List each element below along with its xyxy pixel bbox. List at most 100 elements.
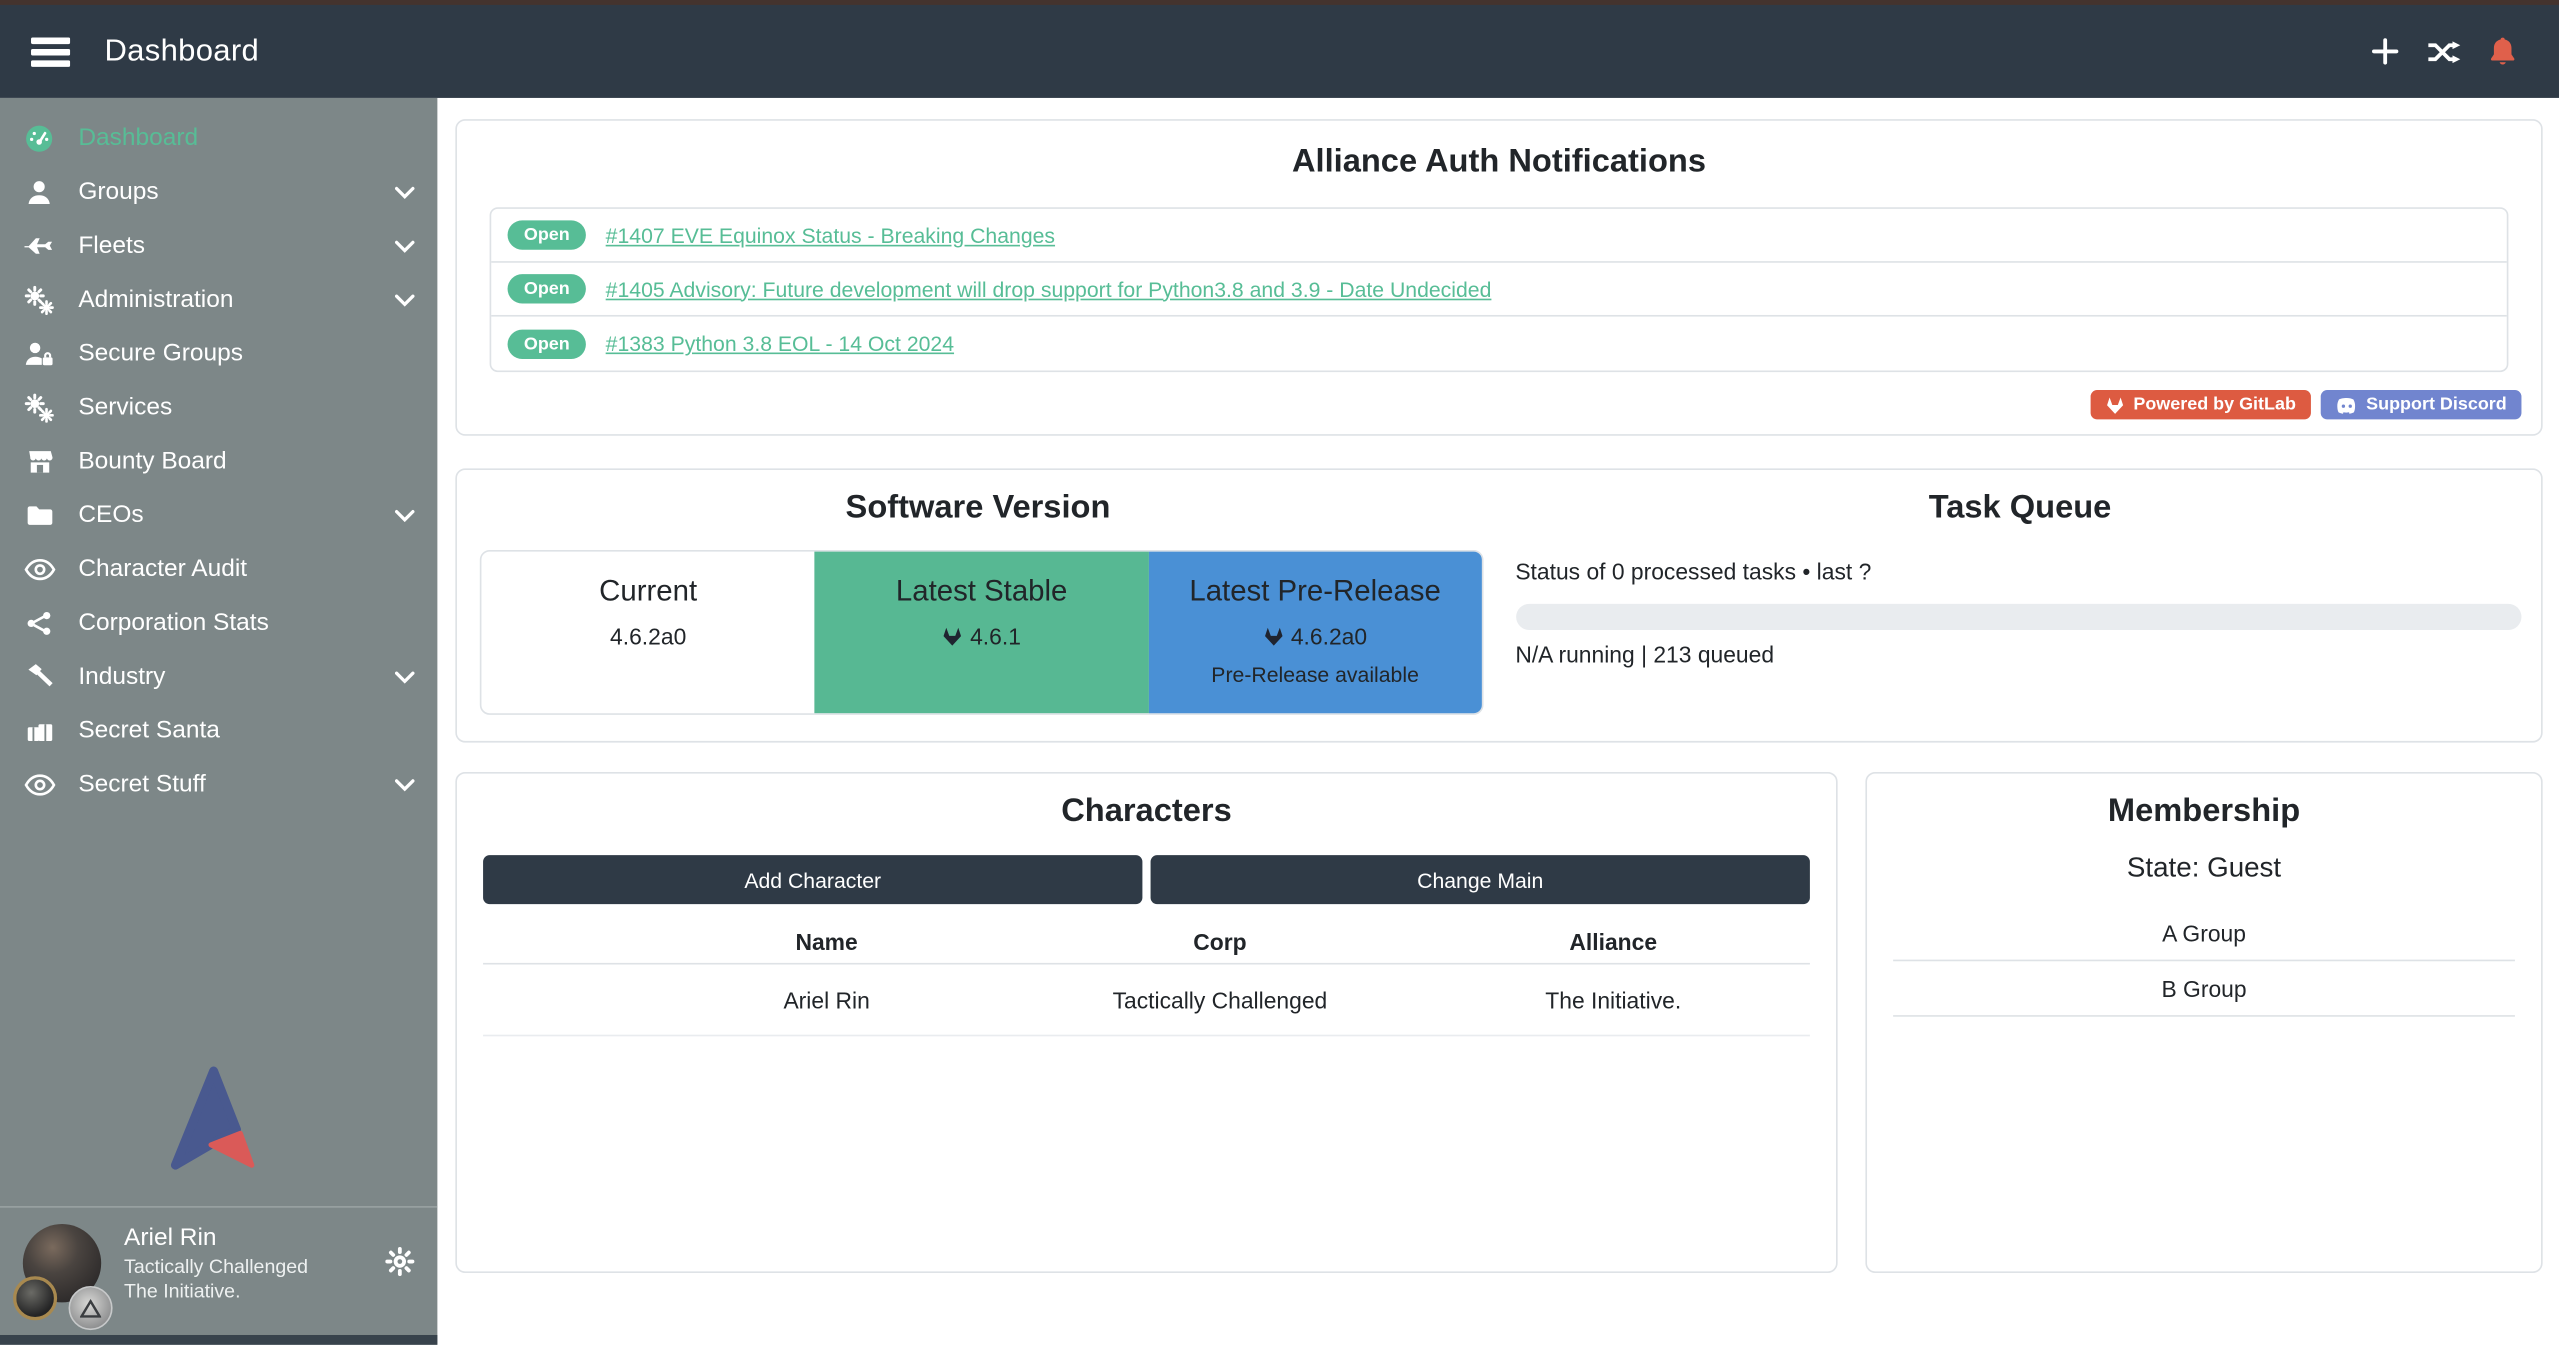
sidebar-item-corporation-stats[interactable]: Corporation Stats: [0, 596, 437, 650]
status-badge: Open: [508, 274, 587, 303]
user-icon: [23, 177, 56, 206]
task-queue-section: Task Queue Status of 0 processed tasks •…: [1499, 490, 2541, 741]
characters-title: Characters: [483, 793, 1810, 831]
sidebar-item-label: Bounty Board: [78, 447, 226, 475]
sidebar: Dashboard Groups Fleets: [0, 98, 437, 1345]
column-header-corp: Corp: [1023, 929, 1416, 955]
sidebar-item-dashboard[interactable]: Dashboard: [0, 111, 437, 165]
version-label: Latest Pre-Release: [1148, 574, 1481, 608]
sidebar-item-label: Secret Stuff: [78, 770, 205, 798]
hamburger-menu-icon[interactable]: [23, 24, 78, 79]
user-panel: Ariel Rin Tactically Challenged The Init…: [0, 1208, 437, 1335]
user-alliance: The Initiative.: [124, 1279, 308, 1303]
list-item: B Group: [1893, 961, 2515, 1016]
alliance-logo: [155, 1059, 282, 1190]
sidebar-item-label: Services: [78, 393, 172, 421]
sidebar-item-label: Secret Santa: [78, 716, 220, 744]
user-name: Ariel Rin: [124, 1224, 308, 1255]
notification-row: Open #1383 Python 3.8 EOL - 14 Oct 2024: [491, 317, 2507, 371]
sidebar-item-fleets[interactable]: Fleets: [0, 219, 437, 273]
sidebar-bottom-strip: [0, 1335, 437, 1345]
notification-row: Open #1407 EVE Equinox Status - Breaking…: [491, 209, 2507, 263]
add-character-button[interactable]: Add Character: [483, 855, 1142, 904]
add-icon[interactable]: [2366, 33, 2402, 69]
task-queue-title: Task Queue: [1499, 490, 2541, 528]
version-value: 4.6.2a0: [1291, 623, 1367, 649]
sidebar-item-services[interactable]: Services: [0, 380, 437, 434]
character-alliance: The Initiative.: [1417, 987, 1810, 1013]
badge-label: Powered by GitLab: [2133, 395, 2296, 415]
sidebar-item-ceos[interactable]: CEOs: [0, 488, 437, 542]
character-corp: Tactically Challenged: [1023, 987, 1416, 1013]
sidebar-item-character-audit[interactable]: Character Audit: [0, 542, 437, 596]
chevron-down-icon: [395, 239, 415, 252]
chevron-down-icon: [395, 508, 415, 521]
version-prerelease-cell: Latest Pre-Release 4.6.2a0 Pre-Release a…: [1148, 552, 1481, 714]
folder-icon: [23, 500, 56, 529]
shuffle-icon[interactable]: [2425, 33, 2461, 69]
chevron-down-icon: [395, 670, 415, 683]
sidebar-item-groups[interactable]: Groups: [0, 165, 437, 219]
notifications-title: Alliance Auth Notifications: [490, 144, 2509, 182]
fighter-jet-icon: [23, 231, 56, 260]
user-meta: Ariel Rin Tactically Challenged The Init…: [124, 1224, 308, 1335]
topbar-actions: [2366, 33, 2559, 69]
version-value: 4.6.2a0: [610, 623, 686, 649]
gears-icon: [23, 285, 56, 314]
character-name: Ariel Rin: [630, 987, 1023, 1013]
task-queue-counts: N/A running | 213 queued: [1515, 641, 2521, 667]
version-current-cell: Current 4.6.2a0: [481, 552, 814, 714]
notification-link[interactable]: #1407 EVE Equinox Status - Breaking Chan…: [606, 223, 1055, 247]
membership-state: State: Guest: [1893, 852, 2515, 885]
sidebar-nav: Dashboard Groups Fleets: [0, 98, 437, 811]
sidebar-item-bounty-board[interactable]: Bounty Board: [0, 434, 437, 488]
gitlab-icon: [2106, 396, 2126, 414]
version-block: Current 4.6.2a0 Latest Stable 4.6.1 Late…: [480, 550, 1484, 715]
discord-icon: [2335, 396, 2358, 414]
status-badge: Open: [508, 329, 587, 358]
membership-panel: Membership State: Guest A Group B Group: [1865, 772, 2542, 1273]
store-icon: [23, 446, 56, 475]
notifications-list: Open #1407 EVE Equinox Status - Breaking…: [490, 207, 2509, 372]
change-main-button[interactable]: Change Main: [1151, 855, 1810, 904]
gifts-icon: [23, 716, 56, 745]
sidebar-item-administration[interactable]: Administration: [0, 273, 437, 327]
notification-bell-icon[interactable]: [2484, 33, 2520, 69]
characters-table: Name Corp Alliance Ariel Rin Tactically …: [483, 920, 1810, 1036]
gauge-icon: [23, 123, 56, 152]
sidebar-item-label: Industry: [78, 663, 165, 691]
gears-icon: [23, 392, 56, 421]
gitlab-icon: [1263, 627, 1284, 647]
page: Dashboard Dashboard: [0, 0, 2559, 1345]
share-icon: [23, 608, 56, 637]
support-discord-badge[interactable]: Support Discord: [2320, 390, 2521, 419]
chevron-down-icon: [395, 778, 415, 791]
chevron-down-icon: [395, 185, 415, 198]
sidebar-item-label: Fleets: [78, 232, 145, 260]
user-settings-gear-icon[interactable]: [385, 1247, 414, 1276]
notification-link[interactable]: #1383 Python 3.8 EOL - 14 Oct 2024: [606, 331, 954, 355]
sidebar-item-secret-stuff[interactable]: Secret Stuff: [0, 757, 437, 811]
user-corp: Tactically Challenged: [124, 1255, 308, 1279]
sidebar-item-industry[interactable]: Industry: [0, 650, 437, 704]
powered-by-gitlab-badge[interactable]: Powered by GitLab: [2091, 390, 2311, 419]
bottom-row: Characters Add Character Change Main Nam…: [455, 772, 2542, 1273]
notification-link[interactable]: #1405 Advisory: Future development will …: [606, 277, 1492, 301]
sidebar-item-label: Dashboard: [78, 124, 198, 152]
list-item: A Group: [1893, 906, 2515, 961]
sidebar-spacer: [0, 811, 437, 1036]
task-queue-status: Status of 0 processed tasks • last ?: [1515, 558, 2521, 584]
status-panel: Software Version Current 4.6.2a0 Latest …: [455, 468, 2542, 742]
sidebar-item-secret-santa[interactable]: Secret Santa: [0, 703, 437, 757]
status-badge: Open: [508, 220, 587, 249]
sidebar-item-secure-groups[interactable]: Secure Groups: [0, 326, 437, 380]
column-header-alliance: Alliance: [1417, 929, 1810, 955]
hammer-icon: [23, 662, 56, 691]
characters-table-header: Name Corp Alliance: [483, 920, 1810, 964]
sidebar-item-label: Character Audit: [78, 555, 247, 583]
version-note: Pre-Release available: [1148, 663, 1481, 687]
characters-panel: Characters Add Character Change Main Nam…: [455, 772, 1837, 1273]
version-label: Latest Stable: [815, 574, 1148, 608]
external-badges: Powered by GitLab Support Discord: [2091, 390, 2522, 419]
sidebar-item-label: Corporation Stats: [78, 609, 269, 637]
